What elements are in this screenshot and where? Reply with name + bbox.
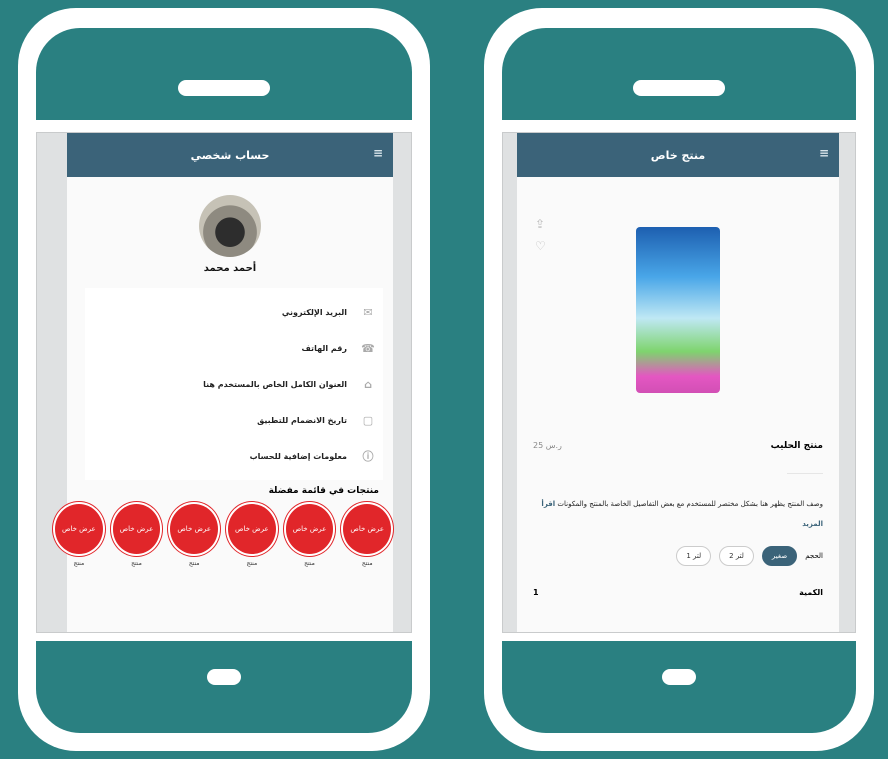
favorite-caption: منتج	[304, 560, 315, 567]
bottom-bezel	[36, 641, 412, 733]
page-title: منتج خاص	[650, 148, 706, 162]
favorite-item[interactable]: عرض خاص	[341, 502, 394, 556]
size-label: الحجم	[805, 552, 823, 560]
product-price-row: 25 ر.س منتج الحليب	[533, 441, 823, 451]
quantity-value[interactable]: 1	[533, 588, 539, 597]
speaker-icon	[633, 80, 725, 96]
info-row-extra: معلومات إضافية للحساب ⓘ	[93, 438, 375, 474]
profile-screen: حساب شخصي ≡ أحمد محمد البريد الإلكتروني …	[53, 133, 394, 632]
app-header: منتج خاص ≡	[517, 133, 839, 177]
section-title: منتجات في قائمة مفضلة	[268, 486, 379, 496]
favorite-label: عرض خاص	[235, 525, 269, 533]
favorite-label: عرض خاص	[177, 525, 211, 533]
product-price: 25 ر.س	[533, 441, 562, 450]
home-button[interactable]	[662, 669, 696, 685]
favorite-caption: منتج	[361, 560, 373, 567]
favorite-item[interactable]: عرض خاص	[283, 502, 336, 556]
mail-icon: ✉	[363, 305, 373, 319]
quantity-row: 1 الكمية	[533, 588, 823, 597]
screen-left: حساب شخصي ≡ أحمد محمد البريد الإلكتروني …	[36, 132, 412, 633]
app-header: حساب شخصي ≡	[67, 133, 393, 177]
product-name: منتج الحليب	[770, 441, 823, 451]
size-chips: 1 لتر 2 لتر صغير الحجم	[533, 546, 823, 566]
favorite-caption: منتج	[73, 560, 85, 567]
user-name: أحمد محمد	[203, 263, 257, 274]
info-text: رقم الهاتف	[301, 343, 347, 353]
favorite-label: عرض خاص	[350, 525, 385, 533]
home-button[interactable]	[207, 669, 241, 685]
info-text: العنوان الكامل الخاص بالمستخدم هنا	[203, 379, 347, 389]
phone-icon: ☎	[361, 341, 375, 355]
favorite-item[interactable]: عرض خاص	[110, 502, 163, 556]
favorite-label: عرض خاص	[119, 525, 154, 533]
favorite-item[interactable]: عرض خاص	[226, 502, 278, 556]
favorite-caption: منتج	[188, 560, 200, 567]
info-text: تاريخ الانضمام للتطبيق	[257, 415, 347, 425]
menu-icon[interactable]: ≡	[373, 146, 383, 160]
favorite-caption: منتج	[246, 560, 258, 567]
size-chip-selected[interactable]: صغير	[761, 546, 798, 566]
heart-icon[interactable]: ♡	[535, 235, 546, 257]
side-actions: ⇪ ♡	[535, 213, 546, 257]
info-row-date: تاريخ الانضمام للتطبيق ▢	[93, 402, 375, 438]
product-image[interactable]	[636, 227, 720, 393]
description-text: وصف المنتج يظهر هنا بشكل مختصر للمستخدم …	[557, 500, 823, 508]
top-bezel	[36, 28, 412, 120]
info-card: البريد الإلكتروني ✉ رقم الهاتف ☎ العنوان…	[85, 288, 383, 480]
favorite-item[interactable]: عرض خاص	[53, 502, 105, 556]
speaker-icon	[178, 80, 270, 96]
size-chip[interactable]: 2 لتر	[719, 546, 754, 566]
bottom-bezel	[502, 641, 856, 733]
size-chip[interactable]: 1 لتر	[676, 546, 712, 566]
product-screen: منتج خاص ≡ ⇪ ♡ 25 ر.س منتج الحليب وصف ال…	[517, 133, 839, 632]
avatar[interactable]	[199, 195, 261, 257]
product-description: وصف المنتج يظهر هنا بشكل مختصر للمستخدم …	[533, 494, 823, 534]
info-text: البريد الإلكتروني	[281, 307, 347, 317]
divider	[787, 473, 823, 474]
favorites-carousel: عرض خاص عرض خاص عرض خاص عرض خاص عرض خاص …	[53, 502, 394, 556]
info-icon: ⓘ	[362, 450, 374, 463]
info-row-phone: رقم الهاتف ☎	[93, 330, 375, 366]
favorite-captions: منتج منتج منتج منتج منتج منتج	[53, 560, 393, 567]
phone-frame-left: حساب شخصي ≡ أحمد محمد البريد الإلكتروني …	[18, 8, 430, 751]
phone-frame-right: منتج خاص ≡ ⇪ ♡ 25 ر.س منتج الحليب وصف ال…	[484, 8, 874, 751]
quantity-label: الكمية	[799, 588, 823, 597]
location-icon: ⌂	[364, 377, 372, 391]
share-icon[interactable]: ⇪	[535, 213, 546, 235]
top-bezel	[502, 28, 856, 120]
favorite-label: عرض خاص	[62, 525, 96, 533]
favorite-label: عرض خاص	[292, 525, 327, 533]
calendar-icon: ▢	[362, 413, 374, 427]
info-row-address: العنوان الكامل الخاص بالمستخدم هنا ⌂	[93, 366, 375, 402]
info-row-email: البريد الإلكتروني ✉	[93, 294, 375, 330]
favorite-caption: منتج	[131, 560, 142, 567]
page-title: حساب شخصي	[190, 148, 270, 162]
info-text: معلومات إضافية للحساب	[249, 451, 347, 461]
menu-icon[interactable]: ≡	[819, 146, 829, 160]
screen-right: منتج خاص ≡ ⇪ ♡ 25 ر.س منتج الحليب وصف ال…	[502, 132, 856, 633]
favorite-item[interactable]: عرض خاص	[168, 502, 221, 556]
